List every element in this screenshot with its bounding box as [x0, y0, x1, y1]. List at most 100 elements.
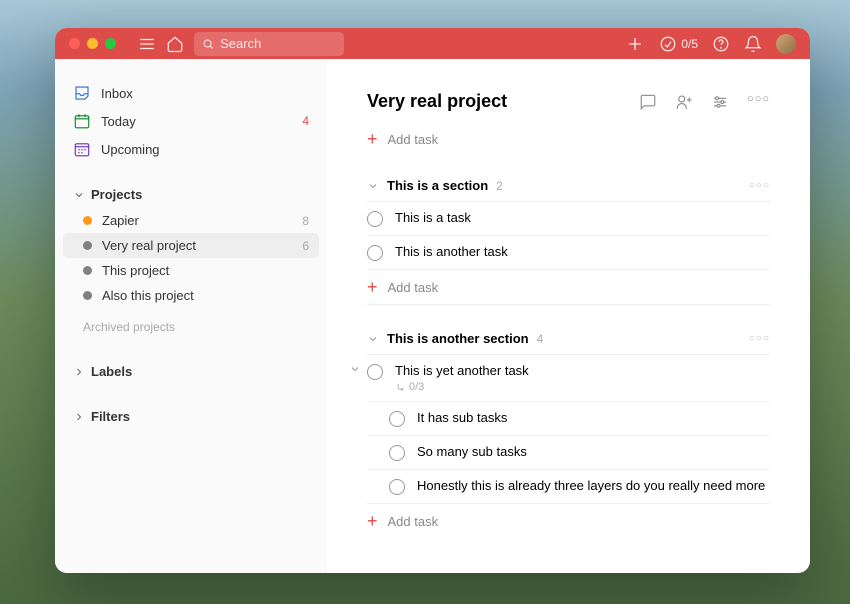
- task-row[interactable]: This is a task: [367, 202, 770, 236]
- chevron-down-icon[interactable]: [349, 363, 361, 375]
- project-label: Zapier: [102, 213, 292, 228]
- add-task-top[interactable]: + Add task: [367, 126, 770, 152]
- task-checkbox[interactable]: [389, 411, 405, 427]
- task-row[interactable]: This is yet another task 0/3: [367, 355, 770, 402]
- notifications-icon[interactable]: [744, 35, 762, 53]
- app-window: 0/5 Inbox Today 4 Upcoming Projects Zapi…: [55, 28, 810, 573]
- task-title: So many sub tasks: [417, 444, 770, 459]
- task-title: Honestly this is already three layers do…: [417, 478, 770, 493]
- plus-icon: +: [367, 512, 378, 530]
- project-item[interactable]: Zapier 8: [63, 208, 319, 233]
- sidebar-item-label: Inbox: [101, 86, 299, 101]
- add-task-label: Add task: [388, 280, 439, 295]
- upcoming-icon: [73, 140, 91, 158]
- productivity-count: 0/5: [681, 37, 698, 51]
- task-title: This is another task: [395, 244, 770, 259]
- task-checkbox[interactable]: [367, 364, 383, 380]
- task-checkbox[interactable]: [367, 211, 383, 227]
- task-row[interactable]: It has sub tasks: [367, 402, 770, 436]
- project-dot-icon: [83, 216, 92, 225]
- project-dot-icon: [83, 241, 92, 250]
- project-item[interactable]: Very real project 6: [63, 233, 319, 258]
- task-section: This is a section 2 ○○○ This is a task T…: [367, 174, 770, 305]
- chevron-right-icon: [73, 411, 85, 423]
- task-title: It has sub tasks: [417, 410, 770, 425]
- task-row[interactable]: So many sub tasks: [367, 436, 770, 470]
- task-checkbox[interactable]: [389, 445, 405, 461]
- filters-header[interactable]: Filters: [63, 403, 319, 430]
- home-icon[interactable]: [166, 35, 184, 53]
- task-title: This is yet another task: [395, 363, 770, 378]
- task-row[interactable]: Honestly this is already three layers do…: [367, 470, 770, 504]
- main-content: Very real project ○○○ + Add task This is…: [327, 59, 810, 573]
- productivity-button[interactable]: 0/5: [659, 35, 698, 53]
- section-header[interactable]: This is a section 2 ○○○: [367, 174, 770, 202]
- task-title: This is a task: [395, 210, 770, 225]
- subtask-icon: [395, 382, 406, 393]
- section-more-icon[interactable]: ○○○: [749, 180, 770, 191]
- task-checkbox[interactable]: [367, 245, 383, 261]
- project-item[interactable]: Also this project: [63, 283, 319, 308]
- archived-projects[interactable]: Archived projects: [63, 314, 319, 340]
- chevron-down-icon: [367, 333, 379, 345]
- add-task-section[interactable]: + Add task: [367, 270, 770, 304]
- project-label: Also this project: [102, 288, 299, 303]
- quick-add-icon[interactable]: [625, 34, 645, 54]
- titlebar: 0/5: [55, 28, 810, 59]
- page-title: Very real project: [367, 91, 639, 112]
- project-count: 8: [302, 214, 309, 228]
- project-dot-icon: [83, 266, 92, 275]
- section-count: 2: [496, 179, 503, 193]
- project-dot-icon: [83, 291, 92, 300]
- more-icon[interactable]: ○○○: [747, 93, 770, 111]
- section-count: 4: [537, 332, 544, 346]
- search-icon: [202, 37, 214, 51]
- projects-header[interactable]: Projects: [63, 181, 319, 208]
- window-minimize[interactable]: [87, 38, 98, 49]
- projects-label: Projects: [91, 187, 142, 202]
- section-header[interactable]: This is another section 4 ○○○: [367, 327, 770, 355]
- window-close[interactable]: [69, 38, 80, 49]
- window-maximize[interactable]: [105, 38, 116, 49]
- sidebar: Inbox Today 4 Upcoming Projects Zapier 8…: [55, 59, 327, 573]
- plus-icon: +: [367, 278, 378, 296]
- sidebar-item-today[interactable]: Today 4: [63, 107, 319, 135]
- task-checkbox[interactable]: [389, 479, 405, 495]
- chevron-down-icon: [73, 189, 85, 201]
- section-title: This is another section: [387, 331, 529, 346]
- project-label: Very real project: [102, 238, 292, 253]
- sidebar-item-inbox[interactable]: Inbox: [63, 79, 319, 107]
- share-icon[interactable]: [675, 93, 693, 111]
- search-input[interactable]: [220, 36, 336, 51]
- sidebar-item-label: Today: [101, 114, 292, 129]
- chevron-right-icon: [73, 366, 85, 378]
- productivity-icon: [659, 35, 677, 53]
- labels-label: Labels: [91, 364, 132, 379]
- menu-icon[interactable]: [138, 35, 156, 53]
- project-count: 6: [302, 239, 309, 253]
- sidebar-item-upcoming[interactable]: Upcoming: [63, 135, 319, 163]
- sidebar-item-count: 4: [302, 114, 309, 128]
- task-section: This is another section 4 ○○○ This is ye…: [367, 327, 770, 538]
- traffic-lights: [69, 38, 116, 49]
- task-row[interactable]: This is another task: [367, 236, 770, 270]
- subtask-meta: 0/3: [395, 381, 770, 393]
- project-item[interactable]: This project: [63, 258, 319, 283]
- search-box[interactable]: [194, 32, 344, 56]
- inbox-icon: [73, 84, 91, 102]
- project-label: This project: [102, 263, 299, 278]
- sidebar-item-label: Upcoming: [101, 142, 299, 157]
- help-icon[interactable]: [712, 35, 730, 53]
- filters-label: Filters: [91, 409, 130, 424]
- labels-header[interactable]: Labels: [63, 358, 319, 385]
- section-more-icon[interactable]: ○○○: [749, 333, 770, 344]
- section-title: This is a section: [387, 178, 488, 193]
- avatar[interactable]: [776, 34, 796, 54]
- comments-icon[interactable]: [639, 93, 657, 111]
- chevron-down-icon: [367, 180, 379, 192]
- add-task-label: Add task: [388, 132, 439, 147]
- today-icon: [73, 112, 91, 130]
- view-options-icon[interactable]: [711, 93, 729, 111]
- add-task-section[interactable]: + Add task: [367, 504, 770, 538]
- add-task-label: Add task: [388, 514, 439, 529]
